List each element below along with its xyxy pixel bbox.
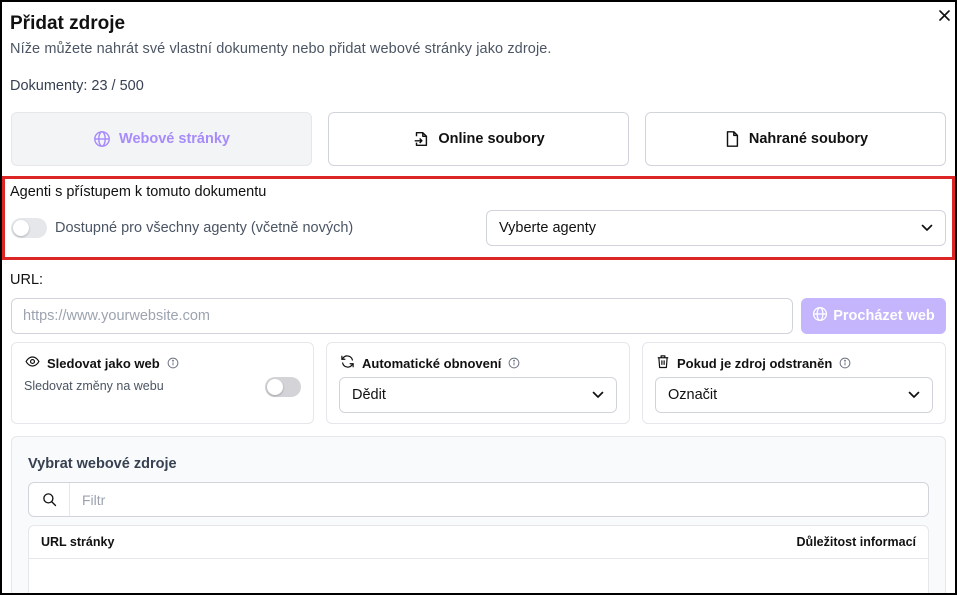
column-header-url[interactable]: URL stránky <box>41 535 114 549</box>
globe-icon <box>812 306 828 326</box>
file-import-icon <box>412 130 430 148</box>
watch-web-description: Sledovat změny na webu <box>24 379 164 393</box>
all-agents-toggle-label: Dostupné pro všechny agenty (včetně nový… <box>55 220 354 236</box>
column-header-importance[interactable]: Důležitost informací <box>797 535 916 549</box>
chevron-down-icon <box>592 387 604 403</box>
watch-web-toggle[interactable] <box>265 377 301 397</box>
tab-label: Online soubory <box>438 131 545 147</box>
tab-label: Nahrané soubory <box>748 131 869 147</box>
watch-web-card: Sledovat jako web Sledovat změny na webu <box>11 342 314 424</box>
web-sources-table: URL stránky Důležitost informací <box>28 525 929 593</box>
chevron-down-icon <box>908 387 920 403</box>
documents-count: Dokumenty: 23 / 500 <box>10 78 144 94</box>
search-icon <box>29 483 70 516</box>
auto-refresh-value: Dědit <box>352 387 386 403</box>
filter-placeholder: Filtr <box>82 491 106 508</box>
dialog-title: Přidat zdroje <box>10 13 126 34</box>
add-sources-dialog: Přidat zdroje Níže můžete nahrát své vla… <box>0 0 957 595</box>
tab-label: Webové stránky <box>119 131 230 147</box>
file-icon <box>723 130 741 148</box>
agents-access-label: Agenti s přístupem k tomuto dokumentu <box>10 184 267 200</box>
tab-uploaded-files[interactable]: Nahrané soubory <box>645 112 946 166</box>
close-icon[interactable] <box>936 7 952 23</box>
url-label: URL: <box>10 272 44 288</box>
globe-icon <box>93 130 111 148</box>
source-removed-select[interactable]: Označit <box>655 377 933 413</box>
chevron-down-icon <box>921 220 933 236</box>
source-removed-value: Označit <box>668 387 718 403</box>
url-input[interactable]: https://www.yourwebsite.com <box>11 298 793 334</box>
browse-web-label: Procházet web <box>833 308 935 324</box>
source-removed-title: Pokud je zdroj odstraněn <box>677 355 833 371</box>
refresh-icon <box>340 354 355 372</box>
auto-refresh-card: Automatické obnovení Dědit <box>326 342 630 424</box>
eye-icon <box>25 354 40 372</box>
dialog-subtitle: Níže můžete nahrát své vlastní dokumenty… <box>10 41 552 57</box>
table-header: URL stránky Důležitost informací <box>29 526 928 559</box>
web-sources-title: Vybrat webové zdroje <box>28 456 177 472</box>
trash-icon <box>656 354 670 372</box>
filter-input[interactable]: Filtr <box>28 482 929 517</box>
source-removed-title-row: Pokud je zdroj odstraněn <box>656 354 851 372</box>
auto-refresh-title: Automatické obnovení <box>362 355 502 371</box>
tab-online-files[interactable]: Online soubory <box>328 112 629 166</box>
info-icon[interactable] <box>839 357 851 369</box>
agents-select-value: Vyberte agenty <box>499 220 596 236</box>
agents-select[interactable]: Vyberte agenty <box>486 210 946 246</box>
source-removed-card: Pokud je zdroj odstraněn Označit <box>642 342 946 424</box>
auto-refresh-select[interactable]: Dědit <box>339 377 617 413</box>
watch-web-title: Sledovat jako web <box>47 355 160 371</box>
browse-web-button[interactable]: Procházet web <box>801 298 946 334</box>
info-icon[interactable] <box>167 357 179 369</box>
url-placeholder: https://www.yourwebsite.com <box>23 308 210 324</box>
watch-web-title-row: Sledovat jako web <box>25 354 179 372</box>
tab-websites[interactable]: Webové stránky <box>11 112 312 166</box>
info-icon[interactable] <box>508 357 520 369</box>
toggle-knob <box>13 220 29 236</box>
toggle-knob <box>267 379 283 395</box>
all-agents-toggle[interactable] <box>11 218 47 238</box>
auto-refresh-title-row: Automatické obnovení <box>340 354 520 372</box>
